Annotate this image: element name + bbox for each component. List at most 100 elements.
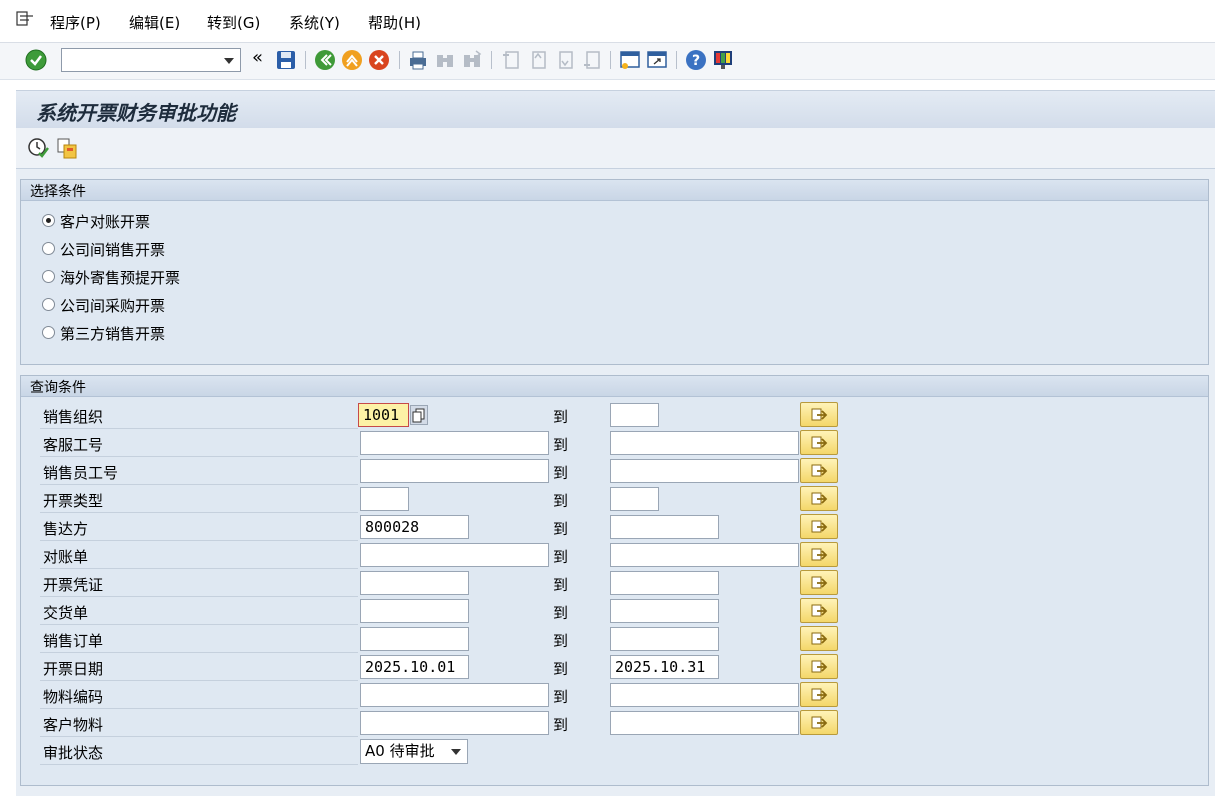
delivery-from-input[interactable]: [360, 599, 469, 623]
multiple-selection-button[interactable]: [800, 542, 838, 567]
radio-button[interactable]: [42, 326, 55, 339]
cancel-icon[interactable]: [368, 49, 390, 71]
approval-status-select[interactable]: A0 待审批: [360, 739, 468, 764]
back-icon[interactable]: [314, 49, 336, 71]
billing-date-to-input[interactable]: 2025.10.31: [610, 655, 719, 679]
material-code-label: 物料编码: [43, 688, 104, 706]
to-label: 到: [553, 660, 569, 678]
arrow-right-icon: [811, 492, 828, 505]
copy-variant-icon[interactable]: [56, 137, 78, 159]
next-page-icon[interactable]: [554, 49, 576, 71]
billing-type-from-input[interactable]: [360, 487, 409, 511]
menu-list-icon[interactable]: [16, 11, 34, 27]
application-toolbar: [16, 128, 1215, 169]
row-divider: [40, 512, 358, 513]
sales-org-from-input[interactable]: 1001: [358, 403, 409, 427]
toolbar-separator: [305, 51, 306, 69]
previous-page-icon[interactable]: [527, 49, 549, 71]
first-page-icon[interactable]: [500, 49, 522, 71]
enter-check-icon[interactable]: [25, 49, 47, 71]
sold-to-to-input[interactable]: [610, 515, 719, 539]
help-icon[interactable]: ?: [685, 49, 707, 71]
save-icon[interactable]: [275, 49, 297, 71]
billing-type-to-input[interactable]: [610, 487, 659, 511]
multiple-selection-button[interactable]: [800, 402, 838, 427]
sold-to-label: 售达方: [43, 520, 89, 538]
menu-edit[interactable]: 编辑(E): [129, 12, 180, 33]
create-session-icon[interactable]: [619, 49, 641, 71]
to-label: 到: [553, 464, 569, 482]
multiple-selection-button[interactable]: [800, 682, 838, 707]
to-label: 到: [553, 548, 569, 566]
cs-employee-to-input[interactable]: [610, 431, 799, 455]
row-divider: [40, 708, 358, 709]
multiple-selection-button[interactable]: [800, 626, 838, 651]
sold-to-from-input[interactable]: 800028: [360, 515, 469, 539]
sales-order-label: 销售订单: [43, 632, 104, 650]
menu-goto[interactable]: 转到(G): [207, 12, 260, 33]
row-divider: [40, 596, 358, 597]
multiple-selection-button[interactable]: [800, 486, 838, 511]
back-chevron-icon[interactable]: «: [252, 47, 268, 69]
row-divider: [40, 428, 358, 429]
menu-bar: 程序(P) 编辑(E) 转到(G) 系统(Y) 帮助(H): [0, 0, 1215, 43]
multiple-selection-button[interactable]: [800, 654, 838, 679]
menu-program[interactable]: 程序(P): [50, 12, 101, 33]
cs-employee-from-input[interactable]: [360, 431, 549, 455]
radio-button[interactable]: [42, 242, 55, 255]
menu-system[interactable]: 系统(Y): [289, 12, 340, 33]
selection-criteria-title: 选择条件: [30, 184, 86, 200]
customize-layout-icon[interactable]: [712, 49, 734, 71]
chevron-down-icon[interactable]: [224, 58, 234, 64]
multiple-selection-button[interactable]: [800, 514, 838, 539]
arrow-right-icon: [811, 604, 828, 617]
create-shortcut-icon[interactable]: [646, 49, 668, 71]
radio-label: 公司间采购开票: [60, 297, 166, 315]
sales-order-to-input[interactable]: [610, 627, 719, 651]
to-label: 到: [553, 716, 569, 734]
arrow-right-icon: [811, 436, 828, 449]
exit-icon[interactable]: [341, 49, 363, 71]
sales-org-to-input[interactable]: [610, 403, 659, 427]
multiple-selection-button[interactable]: [800, 570, 838, 595]
sales-order-from-input[interactable]: [360, 627, 469, 651]
execute-icon[interactable]: [27, 137, 49, 159]
multiple-selection-button[interactable]: [800, 458, 838, 483]
radio-button[interactable]: [42, 270, 55, 283]
command-field[interactable]: [61, 48, 241, 72]
material-code-from-input[interactable]: [360, 683, 549, 707]
statement-to-input[interactable]: [610, 543, 799, 567]
print-icon[interactable]: [407, 49, 429, 71]
arrow-right-icon: [811, 688, 828, 701]
statement-from-input[interactable]: [360, 543, 549, 567]
material-code-to-input[interactable]: [610, 683, 799, 707]
radio-label: 公司间销售开票: [60, 241, 166, 259]
customer-material-to-input[interactable]: [610, 711, 799, 735]
value-help-button[interactable]: [410, 405, 428, 425]
arrow-right-icon: [811, 464, 828, 477]
menu-help[interactable]: 帮助(H): [368, 12, 421, 33]
multiple-selection-button[interactable]: [800, 430, 838, 455]
multiple-selection-button[interactable]: [800, 598, 838, 623]
find-next-icon[interactable]: [461, 49, 483, 71]
to-label: 到: [553, 436, 569, 454]
customer-material-from-input[interactable]: [360, 711, 549, 735]
cs-employee-label: 客服工号: [43, 436, 104, 454]
radio-button[interactable]: [42, 298, 55, 311]
arrow-right-icon: [811, 660, 828, 673]
salesperson-from-input[interactable]: [360, 459, 549, 483]
approval-status-label: 审批状态: [43, 744, 104, 762]
billing-date-from-input[interactable]: 2025.10.01: [360, 655, 469, 679]
radio-button[interactable]: [42, 214, 55, 227]
billing-doc-from-input[interactable]: [360, 571, 469, 595]
delivery-to-input[interactable]: [610, 599, 719, 623]
copy-icon: [412, 408, 425, 423]
multiple-selection-button[interactable]: [800, 710, 838, 735]
arrow-right-icon: [811, 520, 828, 533]
billing-doc-to-input[interactable]: [610, 571, 719, 595]
last-page-icon[interactable]: [581, 49, 603, 71]
svg-text:?: ?: [692, 53, 700, 69]
chevron-down-icon[interactable]: [451, 749, 461, 755]
salesperson-to-input[interactable]: [610, 459, 799, 483]
find-icon[interactable]: [434, 49, 456, 71]
